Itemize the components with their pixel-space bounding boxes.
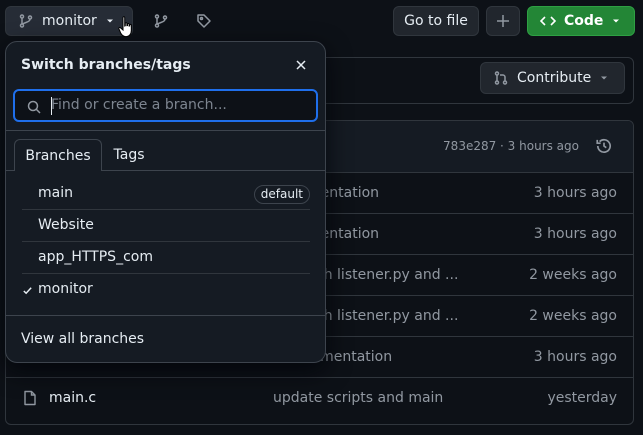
commit-age: 3 hours ago [533,185,617,201]
commit-age: 2 weeks ago [529,267,617,283]
git-branch-icon [18,13,34,29]
history-icon[interactable] [595,137,613,155]
commit-message[interactable]: update scripts and main [273,390,443,406]
git-compare-icon [493,70,509,86]
branch-name: monitor [42,13,97,29]
file-name[interactable]: main.c [49,390,96,406]
branch-item-label: main [38,185,73,201]
branch-item-main[interactable]: main default [22,178,310,210]
go-to-file-button[interactable]: Go to file [393,6,479,36]
branch-item-label: app_HTTPS_com [38,249,153,265]
chevron-down-icon [611,16,621,26]
view-all-branches-link[interactable]: View all branches [21,331,144,347]
branch-item-app-https-com[interactable]: app_HTTPS_com [22,242,310,274]
search-placeholder: Find or create a branch... [51,97,227,113]
tag-icon [196,13,212,29]
chevron-down-icon [599,73,609,83]
default-badge: default [253,185,310,204]
branches-link[interactable] [146,6,176,36]
text-caret [51,97,52,115]
branch-item-monitor[interactable]: monitor [22,274,310,306]
code-icon [540,13,556,29]
divider [6,130,325,131]
chevron-down-icon [105,16,115,26]
code-label: Code [564,13,604,29]
commit-age: yesterday [547,390,617,406]
tags-link[interactable] [189,6,219,36]
table-row[interactable]: main.c update scripts and main yesterday [6,378,633,419]
tab-tags[interactable]: Tags [103,139,155,171]
branch-switcher-dropdown: Switch branches/tags Find or create a br… [5,41,326,363]
add-file-button[interactable] [486,6,520,36]
branch-item-label: Website [38,217,94,233]
contribute-button[interactable]: Contribute [480,62,625,94]
commit-age: 3 hours ago [533,226,617,242]
dropdown-title: Switch branches/tags [21,57,191,73]
branch-item-label: monitor [38,281,93,297]
close-icon[interactable] [293,57,309,73]
commit-meta[interactable]: 783e287 · 3 hours ago [443,139,579,153]
search-icon [26,99,42,115]
contribute-label: Contribute [517,70,592,86]
commit-age: 3 hours ago [533,349,617,365]
code-button[interactable]: Code [527,6,635,36]
check-icon [22,285,33,296]
commit-age: 2 weeks ago [529,308,617,324]
hand-cursor-icon [117,15,137,41]
branch-search-input[interactable]: Find or create a branch... [13,89,318,122]
branch-item-website[interactable]: Website [22,210,310,242]
git-branch-icon [153,13,169,29]
plus-icon [495,13,511,29]
file-icon [22,390,38,406]
branch-selector-button[interactable]: monitor [5,6,133,36]
divider [6,315,325,316]
tab-branches[interactable]: Branches [14,139,102,171]
